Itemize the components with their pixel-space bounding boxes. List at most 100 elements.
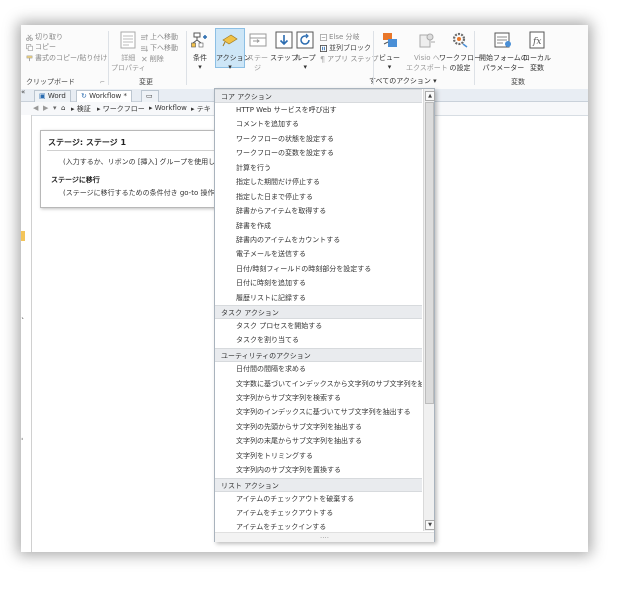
menu-item-core[interactable]: 辞書を作成 — [236, 221, 271, 231]
copy-label: コピー — [35, 43, 56, 51]
move-up-label: 上へ移動 — [150, 33, 178, 41]
parallel-block-icon — [320, 44, 327, 52]
all-actions-dropdown[interactable]: すべてのアクション ▾ — [369, 76, 437, 86]
init-form-label-2: パラメーター — [482, 64, 525, 72]
back-icon[interactable]: ◀ — [33, 104, 38, 112]
ribbon: 切り取り コピー 書式のコピー/貼り付け クリップボード ⌐ 詳細 プロパティ … — [21, 25, 588, 90]
gutter-marker: ˈ — [21, 437, 24, 446]
app-window: 切り取り コピー 書式のコピー/貼り付け クリップボード ⌐ 詳細 プロパティ … — [21, 25, 588, 552]
dropdown-scrollbar[interactable]: ▲ ▼ — [423, 89, 435, 531]
step-label: ステップ — [270, 54, 298, 62]
action-button[interactable]: アクション ▾ — [216, 31, 251, 71]
menu-item-core[interactable]: HTTP Web サービスを呼び出す — [236, 105, 337, 115]
menu-item-list[interactable]: アイテムのチェックアウトを破棄する — [236, 494, 354, 504]
menu-item-core[interactable]: 指定した期間だけ停止する — [236, 177, 320, 187]
breadcrumb-item-2[interactable]: ▸ ワークフロー — [97, 104, 145, 114]
menu-item-list[interactable]: アイテムをチェックアウトする — [236, 508, 333, 518]
breadcrumb-item-3[interactable]: ▸ Workflow — [149, 104, 187, 112]
menu-item-core[interactable]: 辞書内のアイテムをカウントする — [236, 235, 340, 245]
menu-item-core[interactable]: 辞書からアイテムを取得する — [236, 206, 326, 216]
properties-label: プロパティ — [111, 64, 146, 72]
stage-button[interactable]: ステー ジ — [247, 31, 268, 73]
form-parameters-icon — [494, 32, 512, 48]
category-label: タスク アクション — [221, 309, 279, 317]
action-dropdown-menu: コア アクション HTTP Web サービスを呼び出す コメントを追加する ワー… — [214, 88, 435, 542]
breadcrumb-item-label: Workflow — [154, 104, 187, 112]
format-painter-button[interactable]: 書式のコピー/貼り付け — [26, 53, 107, 63]
move-up-button[interactable]: 上へ移動 — [141, 32, 178, 42]
ribbon-separator — [474, 31, 475, 85]
menu-item-core[interactable]: 指定した日まで停止する — [236, 192, 313, 202]
loop-dropdown-icon: ▾ — [303, 63, 308, 71]
gutter-highlight — [21, 231, 25, 241]
menu-item-core[interactable]: 履歴リストに記録する — [236, 293, 306, 303]
menu-item-utility[interactable]: 文字数に基づいてインデックスから文字列のサブ文字列を抽出する — [236, 379, 422, 389]
history-dropdown-icon[interactable]: ▾ — [53, 104, 57, 112]
menu-item-core[interactable]: 日付に時刻を追加する — [236, 278, 306, 288]
menu-item-core[interactable]: 電子メールを送信する — [236, 249, 306, 259]
menu-item-utility[interactable]: 文字列のインデックスに基づいてサブ文字列を抽出する — [236, 407, 411, 417]
menu-item-core[interactable]: コメントを追加する — [236, 119, 299, 129]
tab-workflow-label: Workflow * — [89, 92, 127, 100]
menu-item-core[interactable]: ワークフローの変数を設定する — [236, 148, 334, 158]
menu-item-utility[interactable]: 文字列の先頭からサブ文字列を抽出する — [236, 422, 362, 432]
menu-item-utility[interactable]: 文字列からサブ文字列を検索する — [236, 393, 341, 403]
condition-button[interactable]: 条件 ▾ — [191, 31, 209, 71]
ribbon-separator — [373, 31, 374, 85]
resize-grip[interactable]: .... — [215, 532, 434, 542]
menu-item-task[interactable]: タスク プロセスを開始する — [236, 321, 322, 331]
clipboard-launcher-icon[interactable]: ⌐ — [100, 79, 105, 86]
stage-hint[interactable]: (入力するか、リボンの [挿入] グループを使用して — [63, 157, 222, 167]
menu-item-utility[interactable]: 文字列内のサブ文字列を置換する — [236, 465, 341, 475]
delete-icon: ✕ — [141, 54, 148, 64]
category-label: ユーティリティのアクション — [221, 352, 311, 360]
new-tab-button[interactable]: ▭ — [141, 90, 159, 102]
app-step-label: アプリ ステップ — [327, 55, 379, 63]
action-icon — [222, 34, 238, 47]
loop-button[interactable]: ループ ▾ — [295, 31, 316, 71]
move-down-button[interactable]: 下へ移動 — [141, 43, 178, 53]
menu-item-list[interactable]: アイテムをチェックインする — [236, 522, 326, 531]
scrollbar-thumb[interactable] — [425, 102, 434, 404]
breadcrumb-item-label: テキ — [196, 105, 211, 113]
menu-item-task[interactable]: タスクを割り当てる — [236, 335, 299, 345]
variables-group-label: 変数 — [511, 78, 525, 86]
else-branch-label: Else 分岐 — [329, 33, 360, 41]
menu-item-utility[interactable]: 文字列をトリミングする — [236, 451, 313, 461]
view-button[interactable]: ビュー ▾ — [379, 31, 400, 71]
pin-marker: « — [21, 88, 26, 96]
breadcrumb-item-1[interactable]: ▸ 検証 — [71, 104, 91, 114]
app-step-button[interactable]: ¶ アプリ ステップ — [320, 54, 378, 64]
else-branch-icon — [320, 33, 327, 41]
home-icon[interactable]: ⌂ — [61, 104, 65, 112]
format-painter-icon — [26, 55, 33, 61]
tab-word-label: Word — [47, 92, 66, 100]
category-label: コア アクション — [221, 93, 272, 101]
copy-button[interactable]: コピー — [26, 42, 56, 52]
parallel-block-button[interactable]: 並列ブロック — [320, 43, 371, 53]
menu-item-utility[interactable]: 日付間の間隔を求める — [236, 364, 306, 374]
delete-button[interactable]: ✕ 削除 — [141, 54, 164, 64]
else-branch-button[interactable]: Else 分岐 — [320, 32, 360, 42]
scroll-up-icon[interactable]: ▲ — [425, 91, 435, 101]
move-down-icon — [141, 45, 148, 52]
stage-title: ステージ: ステージ 1 — [48, 138, 127, 147]
tab-workflow[interactable]: ↻ Workflow * — [76, 90, 132, 102]
menu-item-core[interactable]: 計算を行う — [236, 163, 271, 173]
menu-item-utility[interactable]: 文字列の末尾からサブ文字列を抽出する — [236, 436, 362, 446]
copy-icon — [26, 43, 33, 51]
scroll-down-icon[interactable]: ▼ — [425, 520, 435, 530]
cut-button[interactable]: 切り取り — [26, 32, 63, 42]
breadcrumb-item-4[interactable]: ▸ テキ — [191, 104, 211, 114]
stage-icon — [249, 33, 266, 47]
forward-icon[interactable]: ▶ — [43, 104, 48, 112]
transition-hint[interactable]: (ステージに移行するための条件付き go-to 操作 — [63, 188, 214, 198]
menu-item-core[interactable]: 日付/時刻フィールドの時刻部分を設定する — [236, 264, 371, 274]
initiation-form-parameters-button[interactable]: 開始フォームの パラメーター — [479, 31, 528, 73]
step-button[interactable]: ステップ — [270, 31, 298, 63]
tab-word[interactable]: ▣ Word — [34, 90, 71, 102]
all-actions-dropdown-icon: ▾ — [433, 77, 437, 85]
scissors-icon — [26, 34, 33, 41]
local-variables-button[interactable]: fx ローカル 変数 — [523, 31, 551, 73]
menu-item-core[interactable]: ワークフローの状態を設定する — [236, 134, 334, 144]
